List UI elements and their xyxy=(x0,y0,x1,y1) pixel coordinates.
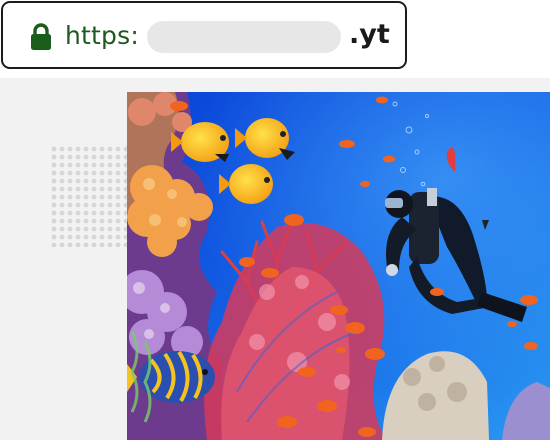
masked-domain xyxy=(147,21,341,53)
url-tld: .yt xyxy=(349,19,390,50)
dot-grid-decoration xyxy=(50,145,128,247)
url-scheme: https: xyxy=(65,21,139,50)
underwater-scene-image xyxy=(127,92,550,440)
padlock-icon xyxy=(30,23,52,51)
page: https: .yt xyxy=(0,0,550,440)
url-bar[interactable]: https: .yt xyxy=(1,1,407,69)
